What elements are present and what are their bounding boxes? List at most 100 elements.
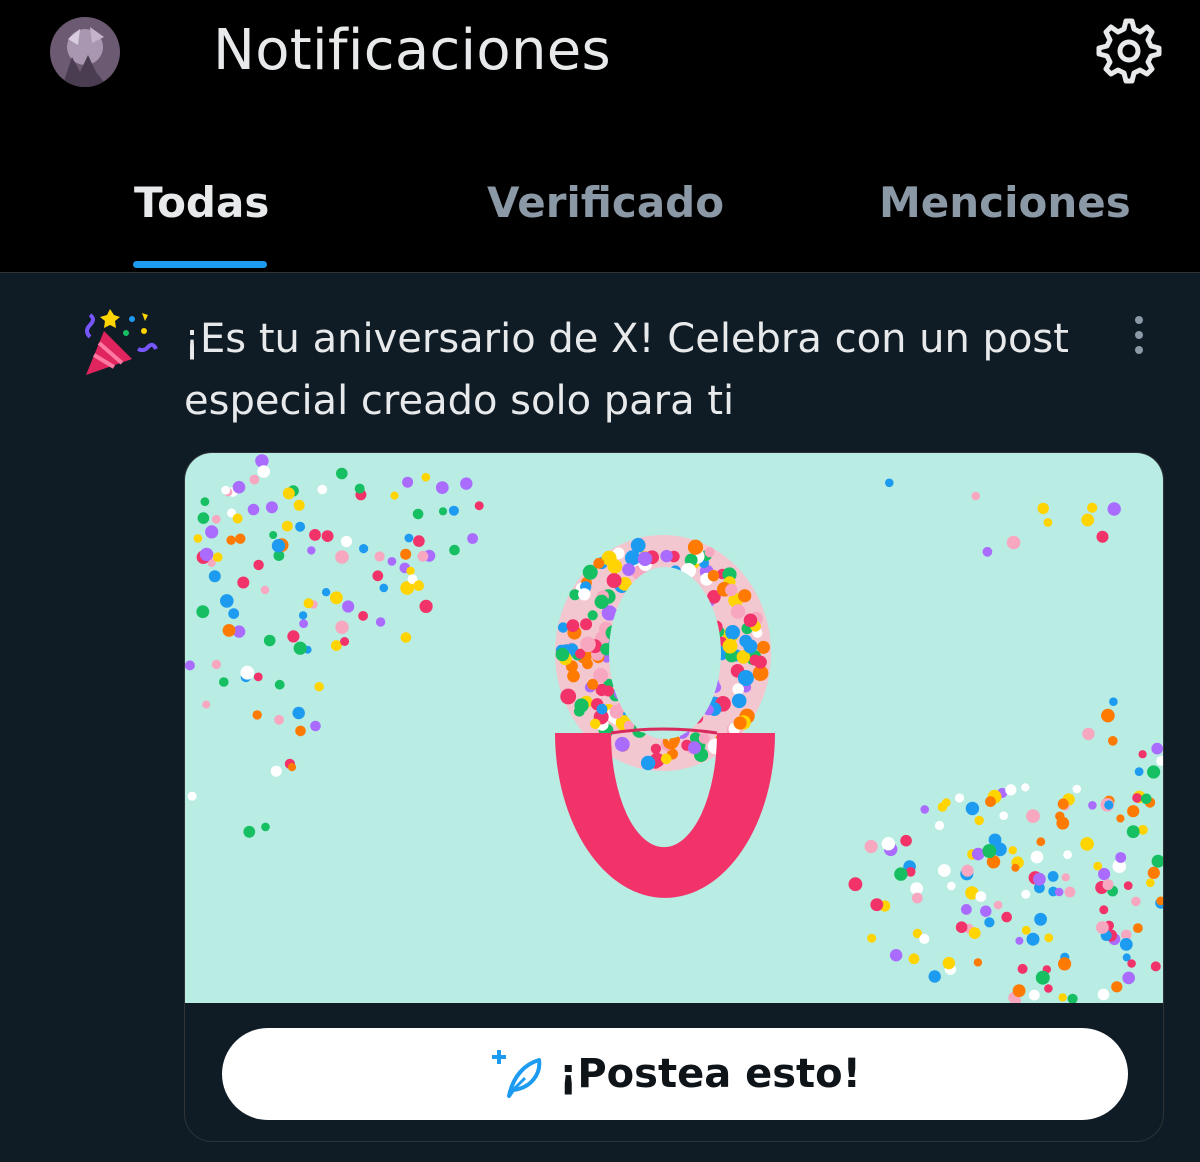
eight-confetti-dot <box>650 743 662 754</box>
confetti-dot <box>1123 881 1133 890</box>
confetti-dot <box>421 472 431 482</box>
confetti-dot <box>400 548 412 560</box>
anniversary-image[interactable] <box>185 453 1163 1007</box>
tab-verificado[interactable]: Verificado <box>487 178 724 227</box>
confetti-dot <box>961 864 974 877</box>
confetti-dot <box>864 839 878 854</box>
confetti-dot <box>1147 866 1160 879</box>
confetti-dot <box>1087 502 1098 513</box>
eight-confetti-dot <box>743 639 758 654</box>
confetti-dot <box>1099 905 1109 915</box>
eight-confetti-dot <box>555 647 570 662</box>
confetti-dot <box>1109 697 1118 706</box>
confetti-dot <box>1096 530 1109 543</box>
confetti-dot <box>235 533 246 544</box>
confetti-dot <box>1146 878 1155 888</box>
confetti-dot <box>474 501 484 511</box>
confetti-dot <box>982 844 997 858</box>
avatar[interactable] <box>50 17 120 87</box>
confetti-dot <box>982 546 993 557</box>
eight-confetti-dot <box>722 638 738 654</box>
post-this-button[interactable]: ¡Postea esto! <box>222 1028 1128 1120</box>
tab-todas[interactable]: Todas <box>134 178 269 227</box>
confetti-dot <box>321 530 334 542</box>
confetti-dot <box>1056 816 1070 830</box>
confetti-dot <box>1006 535 1021 550</box>
notification-text[interactable]: ¡Es tu aniversario de X! Celebra con un … <box>184 308 1134 432</box>
confetti-dot <box>200 497 210 506</box>
confetti-dot <box>889 949 903 962</box>
confetti-dot <box>1141 793 1152 805</box>
confetti-dot <box>358 611 368 621</box>
eight-confetti-dot <box>640 755 656 771</box>
confetti-dot <box>870 898 884 912</box>
confetti-dot <box>307 546 316 555</box>
confetti-dot <box>1026 809 1040 823</box>
confetti-dot <box>1011 863 1020 872</box>
confetti-dot <box>1012 984 1026 998</box>
confetti-dot <box>908 953 920 965</box>
eight-confetti-dot <box>587 678 599 690</box>
confetti-dot <box>375 617 386 627</box>
confetti-dot <box>282 487 295 500</box>
confetti-dot <box>1058 993 1067 1002</box>
confetti-dot <box>1127 805 1140 818</box>
confetti-dot <box>212 552 223 562</box>
confetti-dot <box>221 485 231 495</box>
confetti-dot <box>211 514 221 524</box>
confetti-dot <box>354 483 365 494</box>
confetti-dot <box>1047 871 1059 882</box>
confetti-dot <box>438 507 448 516</box>
confetti-dot <box>1061 873 1070 882</box>
tab-menciones[interactable]: Menciones <box>879 178 1131 227</box>
confetti-dot <box>1104 800 1114 810</box>
confetti-dot <box>1044 984 1053 993</box>
confetti-dot <box>402 476 414 488</box>
eight-confetti-dot <box>578 588 591 601</box>
confetti-dot <box>1116 814 1125 823</box>
confetti-dot <box>287 763 297 772</box>
confetti-dot <box>919 933 930 944</box>
confetti-dot <box>404 533 414 543</box>
eight-confetti-dot <box>688 741 701 755</box>
confetti-dot <box>419 599 433 613</box>
confetti-dot <box>261 822 270 832</box>
eight-confetti-dot <box>622 563 635 576</box>
confetti-dot <box>937 864 951 877</box>
confetti-dot <box>1122 971 1135 985</box>
confetti-dot <box>1133 923 1143 933</box>
confetti-dot <box>292 706 305 720</box>
confetti-dot <box>1043 518 1053 527</box>
confetti-dot <box>1151 854 1163 868</box>
confetti-dot <box>281 520 293 532</box>
eight-confetti-dot <box>743 613 758 628</box>
confetti-dot <box>372 570 384 582</box>
confetti-dot <box>947 881 956 891</box>
eight-confetti-dot <box>725 583 738 597</box>
confetti-dot <box>954 793 965 803</box>
page-title: Notificaciones <box>213 18 611 83</box>
confetti-dot <box>240 665 255 680</box>
eight-confetti-dot <box>590 718 601 729</box>
settings-gear-icon[interactable] <box>1094 16 1164 86</box>
notification-line-2: especial creado solo para ti <box>184 378 735 424</box>
more-options-icon[interactable] <box>1124 312 1154 358</box>
confetti-dot <box>448 505 459 516</box>
confetti-dot <box>1017 963 1028 974</box>
confetti-dot <box>937 802 948 812</box>
confetti-dot <box>1001 911 1012 923</box>
confetti-dot <box>359 544 369 554</box>
confetti-dot <box>387 557 397 566</box>
confetti-dot <box>1021 783 1030 792</box>
eight-confetti-dot <box>704 547 715 558</box>
confetti-dot <box>271 539 286 553</box>
confetti-dot <box>1035 970 1050 985</box>
confetti-dot <box>973 958 983 967</box>
confetti-dot <box>1096 921 1109 934</box>
confetti-dot <box>340 637 350 646</box>
confetti-dot <box>257 465 270 478</box>
confetti-dot <box>1101 708 1115 723</box>
eight-confetti-dot <box>737 670 754 686</box>
confetti-dot <box>335 620 349 634</box>
confetti-dot <box>243 825 256 838</box>
